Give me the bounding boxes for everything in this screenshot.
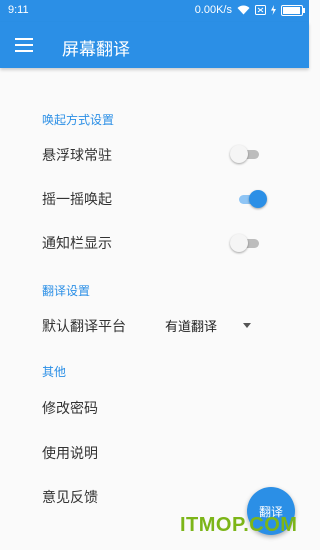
wifi-icon — [237, 5, 250, 15]
section-title-translate: 翻译设置 — [42, 284, 91, 298]
watermark-logo: ITMOP.COM — [180, 514, 298, 536]
charging-icon — [271, 5, 276, 15]
section-title-wake: 唤起方式设置 — [42, 113, 115, 127]
platform-select[interactable]: 有道翻译 — [165, 316, 255, 336]
platform-value: 有道翻译 — [165, 320, 218, 335]
chevron-down-icon — [243, 323, 251, 328]
floating-ball-toggle[interactable] — [230, 144, 261, 164]
app-title: 屏幕翻译 — [62, 40, 130, 60]
feedback-item[interactable]: 意见反馈 — [42, 487, 98, 507]
shake-label: 摇一摇唤起 — [42, 192, 112, 208]
battery-icon — [281, 4, 305, 16]
notification-label: 通知栏显示 — [42, 236, 112, 252]
section-title-other: 其他 — [42, 365, 67, 379]
sim-icon — [255, 5, 266, 15]
shake-toggle[interactable] — [237, 189, 267, 209]
status-time: 9:11 — [8, 4, 29, 16]
status-icons: 0.00K/s — [194, 4, 305, 16]
floating-ball-label: 悬浮球常驻 — [42, 148, 112, 164]
change-password-item[interactable]: 修改密码 — [42, 398, 98, 418]
platform-label: 默认翻译平台 — [42, 319, 126, 335]
app-bar: 屏幕翻译 — [0, 22, 309, 68]
network-speed: 0.00K/s — [194, 4, 232, 16]
status-bar: 9:11 0.00K/s — [0, 0, 309, 22]
notification-toggle[interactable] — [230, 233, 261, 253]
instructions-item[interactable]: 使用说明 — [42, 443, 98, 463]
hamburger-icon[interactable] — [15, 38, 33, 52]
